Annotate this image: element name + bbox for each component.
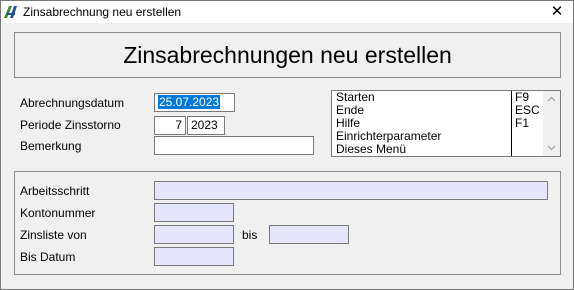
action-menu: Starten Ende Hilfe Einrichterparameter D… [331,90,561,157]
periode-zinsstorno-label: Periode Zinsstorno [20,118,121,132]
menu-item-dieses-menue[interactable]: Dieses Menü [332,143,511,156]
kontonummer-field [154,203,234,222]
arbeitsschritt-label: Arbeitsschritt [20,184,90,198]
title-bar[interactable]: Zinsabrechnung neu erstellen ✕ [1,1,573,23]
zinsliste-bis-label: bis [242,228,258,242]
shortcut-dieses-menue [512,143,543,156]
chevron-down-icon[interactable] [547,143,556,152]
abrechnungsdatum-field[interactable]: 25.07.2023 [154,93,235,112]
abrechnungsdatum-label: Abrechnungsdatum [20,96,125,110]
bis-datum-label: Bis Datum [20,250,76,264]
kontonummer-label: Kontonummer [20,206,96,220]
bemerkung-label: Bemerkung [20,139,82,153]
shortcut-hilfe: F1 [515,116,530,130]
zinsliste-von-label: Zinsliste von [20,228,87,242]
bemerkung-field[interactable] [154,136,314,155]
page-heading: Zinsabrechnungen neu erstellen [14,32,561,78]
menu-list: Starten Ende Hilfe Einrichterparameter D… [332,91,512,156]
shortcut-einrichterparameter [512,130,543,143]
dialog-window: Zinsabrechnung neu erstellen ✕ Zinsabrec… [0,0,574,290]
arbeitsschritt-field [154,181,548,200]
menu-shortcuts: F9 ESC F1 [512,91,544,156]
zinsliste-bis-field [269,225,349,244]
menu-scrollbar[interactable] [543,91,560,156]
close-button[interactable]: ✕ [541,1,573,23]
app-logo-icon [4,6,17,18]
abrechnungsdatum-value: 25.07.2023 [158,95,221,109]
zinsliste-von-field [154,225,234,244]
close-icon: ✕ [550,3,564,20]
chevron-up-icon[interactable] [547,95,556,104]
periode-field[interactable]: 7 [154,116,186,135]
bis-datum-field [154,247,234,266]
year-field[interactable]: 2023 [187,116,225,135]
window-title: Zinsabrechnung neu erstellen [23,5,182,19]
